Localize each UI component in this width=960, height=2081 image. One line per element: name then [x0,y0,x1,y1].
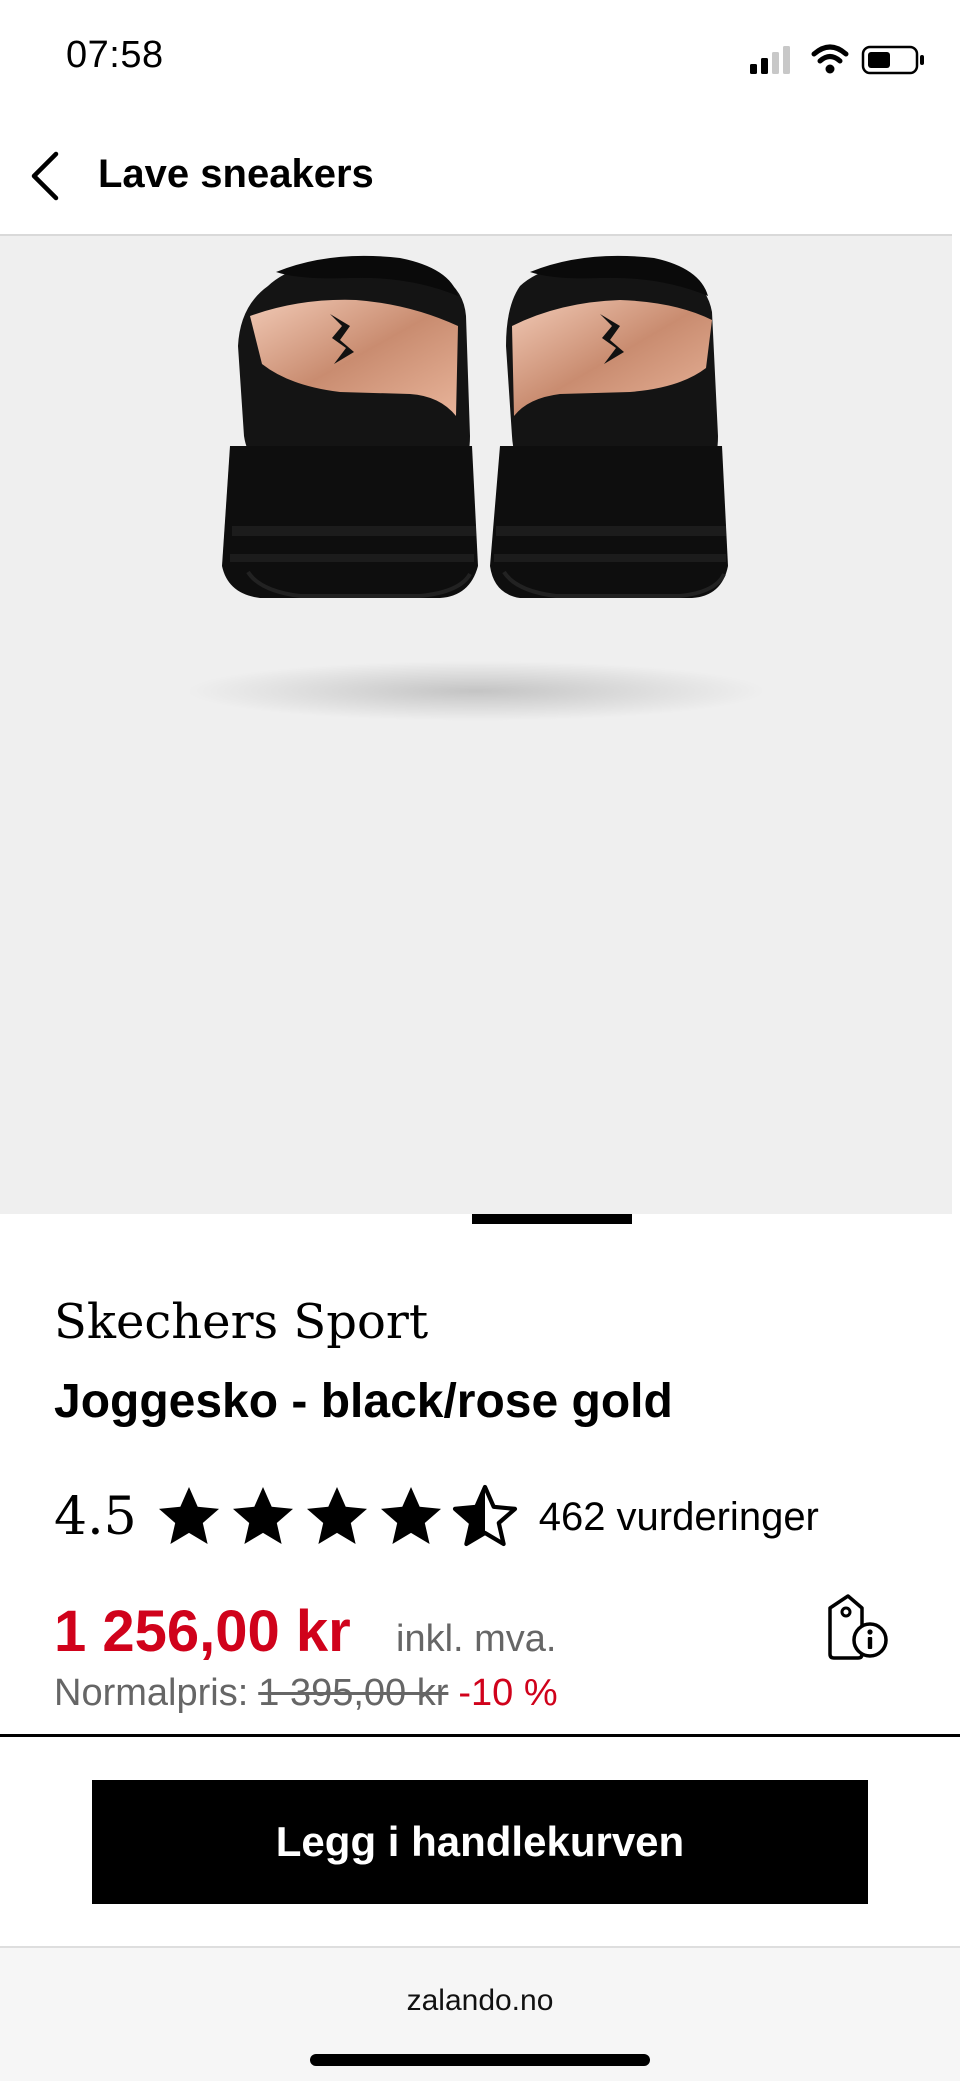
battery-icon [861,45,924,75]
review-count-link[interactable]: 462 vurderinger [539,1495,819,1540]
home-indicator[interactable] [310,2054,650,2066]
status-time: 07:58 [66,34,164,76]
rating-value: 4.5 [54,1487,137,1547]
back-button[interactable] [22,146,70,206]
url-label[interactable]: zalando.no [0,1984,960,2018]
star-half-icon [452,1484,517,1547]
vat-label: inkl. mva. [396,1618,557,1660]
star-full-icon [158,1487,219,1544]
product-image-gallery[interactable] [0,236,952,1214]
chevron-left-icon [31,151,59,201]
normal-price-row: Normalpris: 1 395,00 kr -10 % [54,1672,558,1715]
star-full-icon [232,1487,293,1544]
price-info-button[interactable] [826,1592,890,1662]
current-price: 1 256,00 kr [54,1599,351,1664]
normal-price-label: Normalpris: [54,1672,249,1714]
brand-name[interactable]: Skechers Sport [54,1294,428,1350]
rating-row[interactable]: 4.5 462 vurderinger [54,1484,819,1550]
signal-icon [750,46,790,74]
star-rating [153,1481,521,1553]
star-full-icon [306,1487,367,1544]
top-navigation-bar: Lave sneakers [0,120,952,236]
divider [0,1734,960,1737]
product-name: Joggesko - black/rose gold [54,1375,673,1428]
gallery-page-indicator [472,1214,632,1224]
add-to-cart-button[interactable]: Legg i handlekurven [92,1780,868,1904]
black-sneakers-back-view-image [186,255,766,721]
original-price: 1 395,00 kr [258,1672,449,1714]
status-icons [750,44,924,75]
price-info-tag-icon [828,1594,888,1660]
star-full-icon [380,1487,441,1544]
browser-bottom-bar: zalando.no [0,1946,960,2081]
page-title: Lave sneakers [98,152,374,196]
wifi-icon [811,44,849,74]
discount-badge: -10 % [458,1672,558,1714]
